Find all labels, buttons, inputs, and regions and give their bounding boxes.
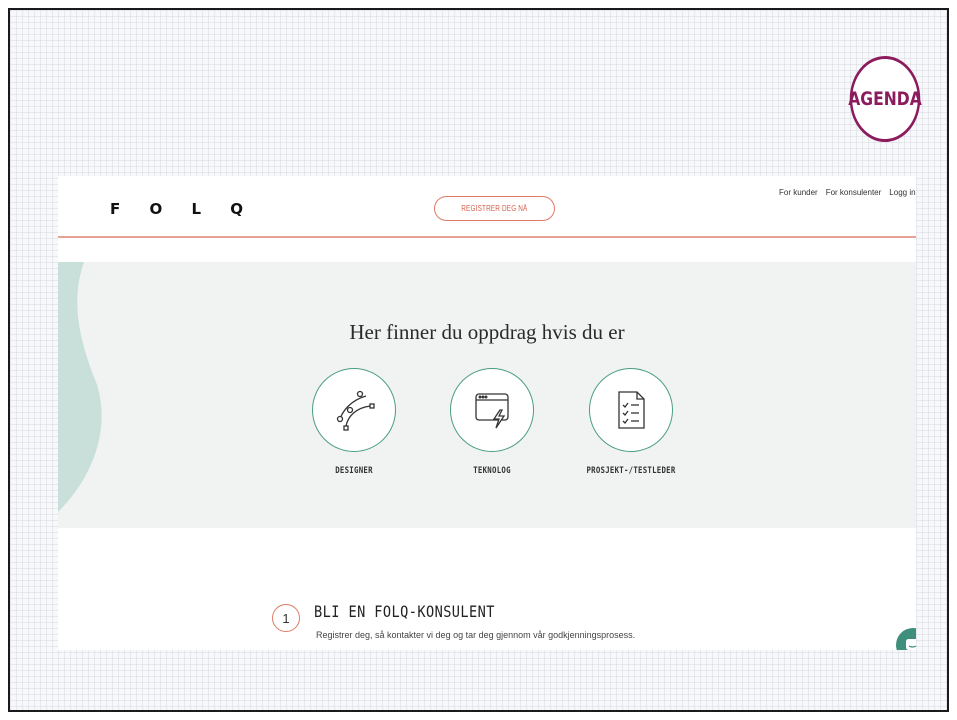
role-teknolog-circle xyxy=(450,368,534,452)
chat-button[interactable] xyxy=(896,628,916,650)
role-prosjektleder-circle xyxy=(589,368,673,452)
checklist-document-icon xyxy=(618,391,645,429)
agenda-badge-label: AGENDA xyxy=(848,88,922,110)
register-button-label: REGISTRER DEG NÅ xyxy=(461,204,528,213)
role-designer-circle xyxy=(312,368,396,452)
role-teknolog-label: TEKNOLOG xyxy=(473,466,511,476)
folq-logo[interactable]: F O L Q xyxy=(110,200,255,218)
register-button[interactable]: REGISTRER DEG NÅ xyxy=(434,196,555,221)
step-title: BLI EN FOLQ-KONSULENT xyxy=(314,602,495,621)
role-designer-label: DESIGNER xyxy=(335,466,373,476)
role-prosjektleder[interactable]: PROSJEKT-/TESTLEDER xyxy=(566,368,696,476)
role-prosjektleder-label: PROSJEKT-/TESTLEDER xyxy=(586,466,676,476)
presentation-slide: AGENDA F O L Q REGISTRER DEG NÅ For kund… xyxy=(8,8,949,712)
nav-links: For kunder For konsulenter Logg inn xyxy=(779,188,916,197)
role-teknolog[interactable]: TEKNOLOG xyxy=(427,368,557,476)
step-description: Registrer deg, så kontakter vi deg og ta… xyxy=(316,630,636,640)
nav-link-logg-inn[interactable]: Logg inn xyxy=(889,188,916,197)
browser-lightning-icon xyxy=(475,393,509,429)
chat-icon xyxy=(906,639,916,650)
step-number: 1 xyxy=(272,604,300,632)
nav-link-for-kunder[interactable]: For kunder xyxy=(779,188,818,197)
top-navigation: F O L Q REGISTRER DEG NÅ For kunder For … xyxy=(58,176,916,238)
bezier-pen-icon xyxy=(336,390,375,431)
hero-section: Her finner du oppdrag hvis du er DESIGNE… xyxy=(58,262,916,528)
hero-title: Her finner du oppdrag hvis du er xyxy=(349,320,625,344)
agenda-badge[interactable]: AGENDA xyxy=(848,56,922,142)
role-designer[interactable]: DESIGNER xyxy=(289,368,419,476)
decorative-wave xyxy=(58,262,102,512)
website-screenshot: F O L Q REGISTRER DEG NÅ For kunder For … xyxy=(58,176,916,650)
nav-link-for-konsulenter[interactable]: For konsulenter xyxy=(826,188,882,197)
